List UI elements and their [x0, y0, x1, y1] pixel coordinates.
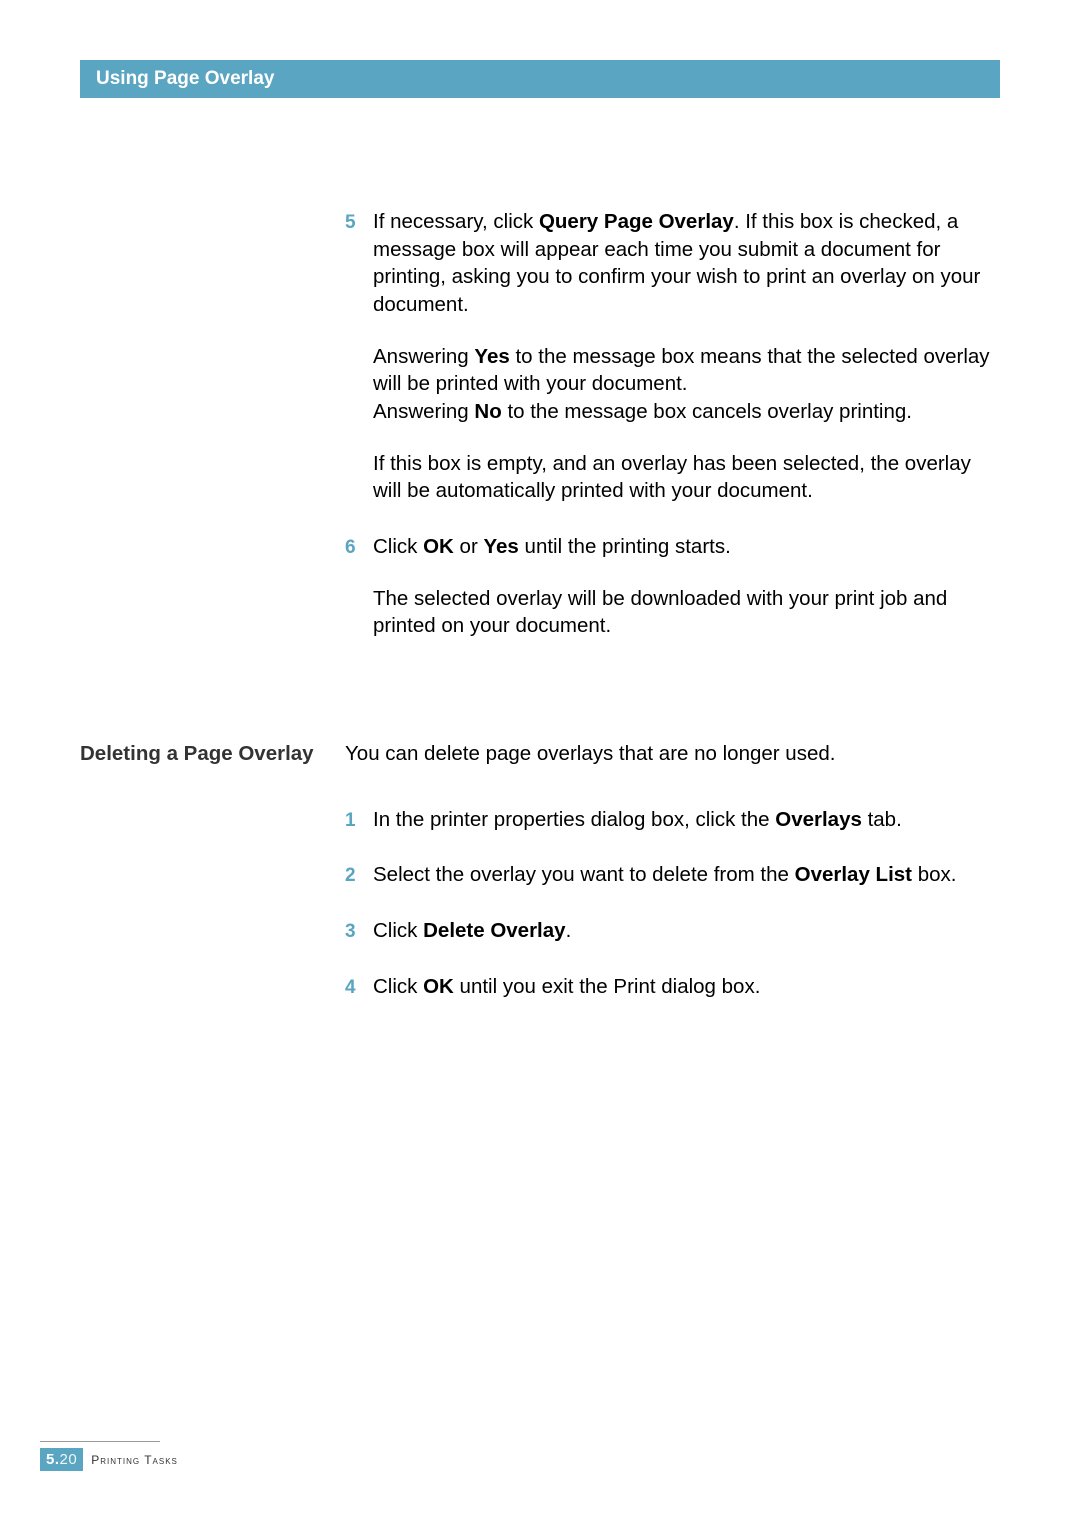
chapter-number: 5.: [46, 1451, 60, 1468]
step-number: 3: [345, 917, 373, 945]
footer-section-label: Printing Tasks: [91, 1453, 178, 1467]
step-1: 1 In the printer properties dialog box, …: [345, 806, 1000, 834]
step-body: Select the overlay you want to delete fr…: [373, 861, 1000, 889]
step-number: 6: [345, 533, 373, 561]
step-paragraph: Click OK or Yes until the printing start…: [373, 533, 1000, 561]
step-paragraph: Answering Yes to the message box means t…: [373, 343, 1000, 426]
step-body: Click OK until you exit the Print dialog…: [373, 973, 1000, 1001]
step-paragraph: Click Delete Overlay.: [373, 917, 1000, 945]
step-paragraph: The selected overlay will be downloaded …: [373, 585, 1000, 640]
document-page: Using Page Overlay 5 If necessary, click…: [0, 0, 1080, 1526]
section-using-overlay-cont: 5 If necessary, click Query Page Overlay…: [80, 208, 1000, 640]
page-number-badge: 5.20: [40, 1448, 83, 1471]
page-footer: 5.20 Printing Tasks: [40, 1448, 178, 1471]
step-3: 3 Click Delete Overlay.: [345, 917, 1000, 945]
section-header-text: Using Page Overlay: [96, 68, 274, 89]
step-body: In the printer properties dialog box, cl…: [373, 806, 1000, 834]
section-header-bar: Using Page Overlay: [80, 60, 1000, 98]
step-number: 1: [345, 806, 373, 834]
step-2: 2 Select the overlay you want to delete …: [345, 861, 1000, 889]
step-number: 2: [345, 861, 373, 889]
margin-heading-deleting: Deleting a Page Overlay: [80, 740, 345, 768]
main-column-1: 5 If necessary, click Query Page Overlay…: [345, 208, 1000, 640]
step-paragraph: In the printer properties dialog box, cl…: [373, 806, 1000, 834]
step-body: Click OK or Yes until the printing start…: [373, 533, 1000, 640]
intro-paragraph: You can delete page overlays that are no…: [345, 740, 1000, 768]
main-column-2: You can delete page overlays that are no…: [345, 740, 1000, 1000]
footer-rule: [40, 1441, 160, 1442]
margin-heading-text: Deleting a Page Overlay: [80, 742, 314, 765]
step-number: 5: [345, 208, 373, 236]
step-5: 5 If necessary, click Query Page Overlay…: [345, 208, 1000, 505]
step-6: 6 Click OK or Yes until the printing sta…: [345, 533, 1000, 640]
step-paragraph: If this box is empty, and an overlay has…: [373, 450, 1000, 505]
step-number: 4: [345, 973, 373, 1001]
step-paragraph: Click OK until you exit the Print dialog…: [373, 973, 1000, 1001]
step-body: If necessary, click Query Page Overlay. …: [373, 208, 1000, 505]
section-deleting-overlay: Deleting a Page Overlay You can delete p…: [80, 740, 1000, 1000]
step-4: 4 Click OK until you exit the Print dial…: [345, 973, 1000, 1001]
step-paragraph: If necessary, click Query Page Overlay. …: [373, 208, 1000, 319]
step-body: Click Delete Overlay.: [373, 917, 1000, 945]
step-paragraph: Select the overlay you want to delete fr…: [373, 861, 1000, 889]
page-number: 20: [60, 1451, 78, 1468]
